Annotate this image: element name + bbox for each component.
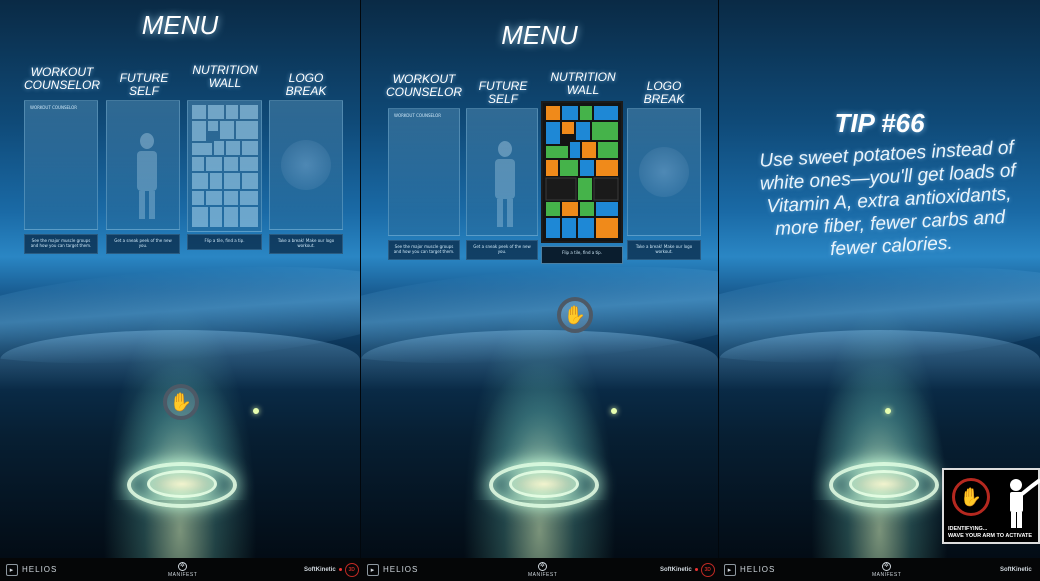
- manifest-logo: ✲ MANIFEST: [528, 558, 557, 581]
- manifest-label: MANIFEST: [872, 571, 902, 578]
- panel-header: WORKOUT COUNSELOR: [394, 113, 442, 118]
- menu-title: MENU: [501, 20, 578, 50]
- manifest-logo: ✲ MANIFEST: [168, 558, 197, 581]
- option-caption: Take a break! Make our logo workout.: [627, 240, 701, 260]
- option-label-logo-break: LOGO BREAK: [643, 79, 685, 106]
- logo-orb-icon: [281, 140, 331, 190]
- panel-header: WORKOUT COUNSELOR: [30, 105, 78, 110]
- kiosk-screen-menu-2: MENU WORKOUT COUNSELOR FUTURE SELF NUTRIT…: [361, 0, 718, 558]
- option-label-nutrition-wall: NUTRITION WALL: [550, 70, 616, 97]
- portal-inner-ring: [509, 470, 579, 498]
- status-dot: [694, 568, 698, 571]
- tip-title: TIP #66: [834, 108, 925, 138]
- option-caption: Get a sneak peek of the new you.: [106, 234, 180, 254]
- option-label-future-self: FUTURE SELF: [478, 79, 528, 106]
- activation-portal: [829, 462, 939, 512]
- hand-cursor-icon[interactable]: ✋: [557, 297, 593, 333]
- activation-portal: [489, 462, 599, 512]
- sparkle: [253, 408, 259, 414]
- identifying-overlay: ✋ IDENTIFYING... WAVE YOUR ARM TO ACTIVA…: [942, 468, 1040, 544]
- helios-label: HELIOS: [740, 565, 776, 574]
- identifying-text: IDENTIFYING... WAVE YOUR ARM TO ACTIVATE: [948, 526, 1033, 539]
- activation-portal: [127, 462, 237, 512]
- option-panel-workout-counselor[interactable]: WORKOUT COUNSELOR: [24, 100, 98, 230]
- option-label-workout-counselor: WORKOUT COUNSELOR: [23, 65, 100, 92]
- status-dot: [338, 568, 342, 571]
- option-caption: Get a sneak peek of the new you.: [466, 240, 538, 260]
- tile-grid-icon: [192, 105, 258, 227]
- gear-icon: ✲: [882, 561, 892, 571]
- sparkle: [885, 408, 891, 414]
- hand-icon: ✋: [952, 478, 990, 516]
- helios-icon: ▸: [367, 563, 379, 576]
- option-label-logo-break: LOGO BREAK: [285, 71, 327, 98]
- gear-icon: ✲: [538, 561, 548, 571]
- option-label-workout-counselor: WORKOUT COUNSELOR: [385, 72, 462, 99]
- option-panel-future-self[interactable]: [106, 100, 180, 230]
- option-caption-active: Flip a tile, find a tip.: [541, 246, 623, 264]
- nutrition-tile-grid: [545, 106, 619, 238]
- kiosk-screen-menu-1: MENU WORKOUT COUNSELOR FUTURE SELF NUTRIT…: [0, 0, 360, 558]
- menu-title: MENU: [141, 10, 219, 40]
- waving-person-icon: [1010, 478, 1040, 528]
- portal-inner-ring: [147, 470, 217, 498]
- gear-icon: ✲: [178, 561, 188, 571]
- option-panel-nutrition-wall[interactable]: [187, 100, 262, 232]
- manifest-logo: ✲ MANIFEST: [872, 558, 901, 581]
- softkinetic-logo: SoftKinetic: [1000, 558, 1032, 581]
- tip-body: Use sweet potatoes instead of white ones…: [758, 137, 1017, 261]
- helios-logo: ▸ HELIOS: [6, 558, 57, 581]
- portal-inner-ring: [849, 470, 919, 498]
- helios-label: HELIOS: [22, 565, 58, 574]
- helios-icon: ▸: [6, 563, 18, 576]
- helios-logo: ▸ HELIOS: [367, 558, 418, 581]
- bottom-bar: ▸ HELIOS ✲ MANIFEST SoftKinetic 3D ▸ HEL…: [0, 558, 1040, 581]
- option-caption: See the major muscle groups and how you …: [24, 234, 98, 254]
- softkinetic-logo: SoftKinetic 3D: [304, 558, 359, 581]
- option-label-future-self: FUTURE SELF: [119, 71, 169, 98]
- 3d-badge: 3D: [344, 562, 359, 577]
- helios-logo: ▸ HELIOS: [724, 558, 775, 581]
- option-caption: Flip a tile, find a tip.: [187, 234, 262, 250]
- person-silhouette-icon: [137, 133, 157, 219]
- option-panel-nutrition-wall-active[interactable]: [541, 101, 623, 243]
- person-silhouette-icon: [495, 141, 515, 227]
- hand-cursor-icon[interactable]: ✋: [163, 384, 199, 420]
- softkinetic-logo: SoftKinetic 3D: [660, 558, 715, 581]
- option-label-nutrition-wall: NUTRITION WALL: [192, 63, 258, 90]
- softkinetic-label: SoftKinetic: [1000, 566, 1032, 573]
- option-panel-workout-counselor[interactable]: WORKOUT COUNSELOR: [388, 108, 460, 236]
- option-panel-future-self[interactable]: [466, 108, 538, 236]
- option-panel-logo-break[interactable]: [627, 108, 701, 236]
- manifest-label: MANIFEST: [528, 571, 558, 578]
- helios-label: HELIOS: [383, 565, 419, 574]
- logo-orb-icon: [639, 147, 689, 197]
- manifest-label: MANIFEST: [168, 571, 198, 578]
- softkinetic-label: SoftKinetic: [660, 566, 692, 573]
- option-panel-logo-break[interactable]: [269, 100, 343, 230]
- softkinetic-label: SoftKinetic: [304, 566, 336, 573]
- helios-icon: ▸: [724, 563, 736, 576]
- option-caption: See the major muscle groups and how you …: [388, 240, 460, 260]
- 3d-badge: 3D: [700, 562, 715, 577]
- option-caption: Take a break! Make our logo workout.: [269, 234, 343, 254]
- sparkle: [611, 408, 617, 414]
